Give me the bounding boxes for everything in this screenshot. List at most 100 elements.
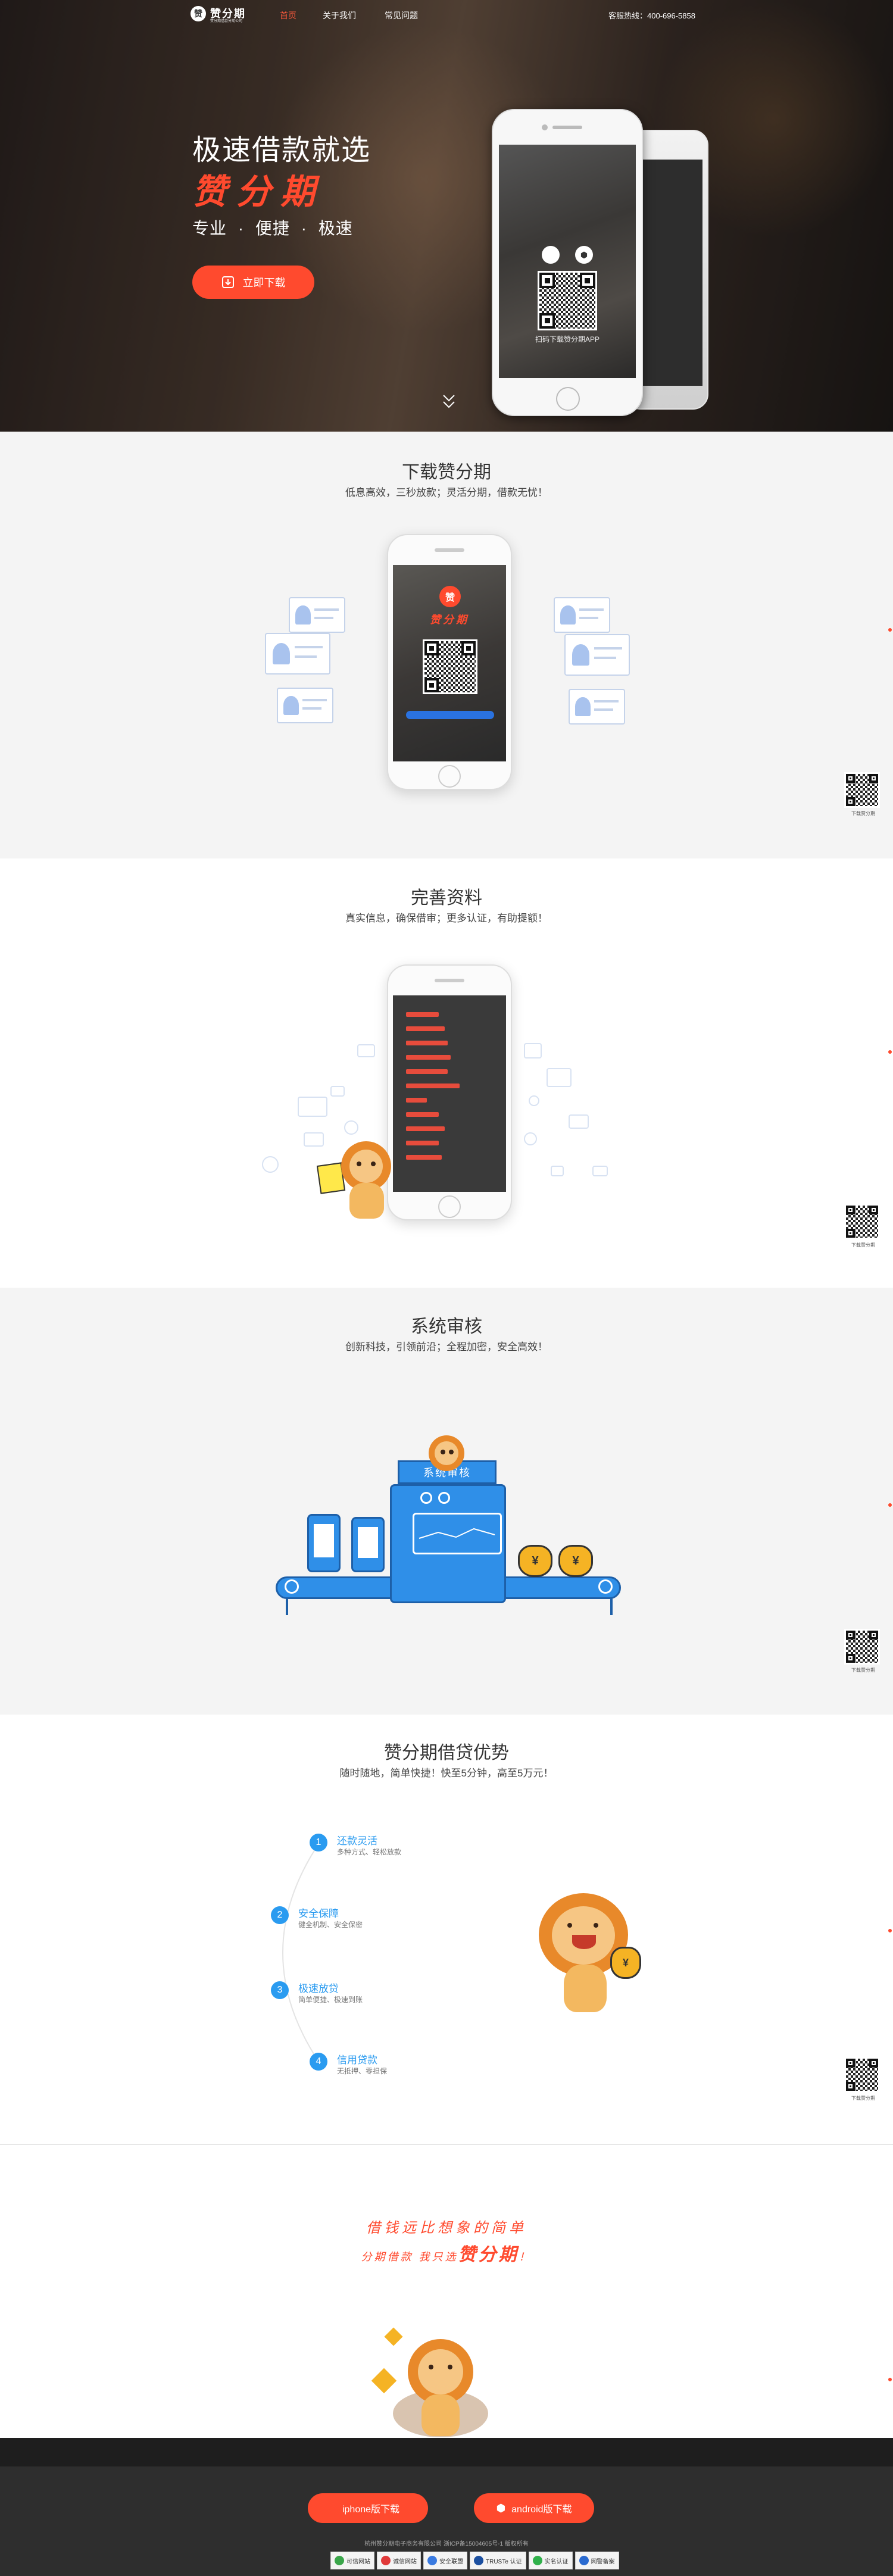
trust-badge[interactable]: 网警备案: [574, 2552, 619, 2569]
qr-code[interactable]: [844, 1629, 880, 1665]
side-dot[interactable]: [888, 1929, 892, 1932]
money-bag-icon: ¥: [558, 1545, 593, 1577]
phone-screen: ⬢ 扫码下载赞分期APP: [499, 145, 636, 378]
qr-code[interactable]: [538, 271, 597, 330]
side-dot-nav[interactable]: [888, 628, 893, 640]
qr-code[interactable]: [423, 639, 477, 694]
advantage-title: 信用贷款: [337, 2054, 377, 2066]
form-field-bar: [406, 1112, 439, 1117]
app-logo-mark: 赞: [439, 586, 461, 607]
deco-card-icon: [592, 1166, 608, 1176]
download-now-button[interactable]: 立即下载: [192, 266, 314, 299]
trust-badge[interactable]: 实名认证: [528, 2552, 573, 2569]
side-qr-caption: 下载赞分期: [851, 1668, 875, 1673]
slogan-line2: 分期借款 我只选赞分期！: [0, 2240, 893, 2266]
id-card-icon: [569, 689, 625, 725]
trust-badge[interactable]: 可信网站: [330, 2552, 374, 2569]
advantage-title: 安全保障: [298, 1908, 339, 1919]
advantage-title: 还款灵活: [337, 1835, 377, 1847]
side-qr: 下载赞分期: [844, 1629, 882, 1673]
section-download: 下载赞分期 低息高效，三秒放款；灵活分期，借款无忧！ 赞 赞分期 下载赞分期: [0, 432, 893, 858]
lion-mascot-money: ¥: [539, 1893, 646, 2018]
hero-brand: 赞分期: [192, 173, 325, 211]
side-dot-nav[interactable]: [888, 1929, 893, 1941]
settings-icon: [262, 1156, 279, 1173]
section-profile: 完善资料 真实信息，确保借审；更多认证，有助提额！ 下载赞分期: [0, 858, 893, 1288]
form-field-bar: [406, 1069, 448, 1074]
trust-badge[interactable]: 诚信网站: [377, 2552, 421, 2569]
side-qr-caption: 下载赞分期: [851, 2096, 875, 2101]
id-card-icon: [564, 634, 630, 676]
side-dot[interactable]: [888, 2378, 892, 2381]
side-dot-nav[interactable]: [888, 1503, 893, 1515]
logo[interactable]: 赞 赞分期 赞分期借款分期公司: [191, 5, 265, 23]
nav-item-home[interactable]: 首页: [280, 10, 296, 21]
qr-code[interactable]: [844, 772, 880, 808]
trust-badge[interactable]: TRUSTe 认证: [470, 2552, 526, 2569]
advantage-desc: 健全机制、安全保密: [298, 1921, 363, 1929]
advantage-title: 极速放贷: [298, 1983, 339, 1994]
phone-home-button: [556, 387, 580, 411]
side-dot-nav[interactable]: [888, 1050, 893, 1062]
section-subtitle: 低息高效，三秒放款；灵活分期，借款无忧！: [345, 487, 548, 498]
qr-code[interactable]: [844, 1204, 880, 1239]
download-now-label: 立即下载: [242, 277, 286, 289]
gear-icon: [285, 1579, 299, 1594]
hotline: 客服热线：400-696-5858: [608, 11, 695, 20]
advantage-number: 1: [310, 1834, 327, 1851]
form-field-bar: [406, 1041, 448, 1045]
gear-icon: [598, 1579, 613, 1594]
iphone-download-button[interactable]: iphone版下载: [308, 2493, 428, 2523]
form-field-bar: [406, 1155, 442, 1160]
form-field-bar: [406, 1084, 460, 1088]
apple-icon: [542, 246, 560, 264]
side-qr-caption: 下载赞分期: [851, 1242, 875, 1248]
scroll-down-icon[interactable]: [442, 393, 456, 411]
nav-item-about[interactable]: 关于我们: [323, 10, 356, 21]
deco-card-icon: [330, 1086, 345, 1097]
section-slogan: 借钱远比想象的简单 分期借款 我只选赞分期！: [0, 2146, 893, 2439]
phone-screen: 赞 赞分期: [393, 565, 506, 761]
lion-mascot-with-note: [316, 1141, 402, 1225]
hero-title: 极速借款就选: [192, 135, 371, 166]
advantages-arc: [282, 1839, 322, 2066]
logo-subtitle: 赞分期借款分期公司: [210, 20, 243, 23]
advantage-desc: 简单便捷、极速到账: [298, 1996, 363, 2004]
side-qr: 下载赞分期: [844, 772, 882, 817]
section-subtitle: 真实信息，确保借审；更多认证，有助提额！: [345, 913, 548, 924]
side-dot[interactable]: [888, 1503, 892, 1507]
phone-screen-form: [393, 995, 506, 1192]
deco-card-icon: [357, 1044, 375, 1057]
id-card-icon: [554, 597, 610, 633]
android-icon: ⬢: [575, 246, 593, 264]
phone-mockup: [387, 964, 512, 1220]
loading-bar: [406, 711, 494, 719]
line-chart-icon: [419, 1528, 495, 1539]
copyright: 杭州赞分期电子商务有限公司 浙ICP备15004605号-1 版权所有: [364, 2541, 529, 2547]
side-dot[interactable]: [888, 628, 892, 632]
deco-badge-icon: [344, 1120, 358, 1135]
slogan-line2-brand: 赞分期: [458, 2245, 519, 2265]
qr-code[interactable]: [844, 2057, 880, 2093]
id-card-icon: [265, 633, 330, 675]
form-field-bar: [406, 1026, 445, 1031]
review-machine: [390, 1484, 506, 1603]
side-dot-nav[interactable]: [888, 2378, 893, 2390]
section-title: 赞分期借贷优势: [384, 1743, 509, 1763]
advantage-number: 4: [310, 2053, 327, 2071]
side-dot[interactable]: [888, 1050, 892, 1054]
section-subtitle: 随时随地，简单快捷！快至5分钟，高至5万元！: [339, 1768, 554, 1779]
slogan-line2-pre: 分期借款 我只选: [361, 2251, 458, 2263]
app-logo-text: 赞分期: [430, 614, 469, 626]
top-nav: 赞 赞分期 赞分期借款分期公司 首页 关于我们 常见问题 客服热线：400-69…: [0, 0, 893, 29]
phone-speaker: [552, 126, 582, 129]
hero-banner: 赞 赞分期 赞分期借款分期公司 首页 关于我们 常见问题 客服热线：400-69…: [0, 0, 893, 432]
phone-camera: [542, 124, 548, 130]
android-download-button[interactable]: ⬢ android版下载: [474, 2493, 594, 2523]
lion-mascot-cheer: [371, 2327, 506, 2439]
footer-strip: [0, 2438, 893, 2466]
trust-badge[interactable]: 安全联盟: [423, 2552, 467, 2569]
nav-item-faq[interactable]: 常见问题: [385, 10, 418, 21]
logo-mark: 赞: [191, 6, 206, 21]
deco-card-icon: [551, 1166, 564, 1176]
